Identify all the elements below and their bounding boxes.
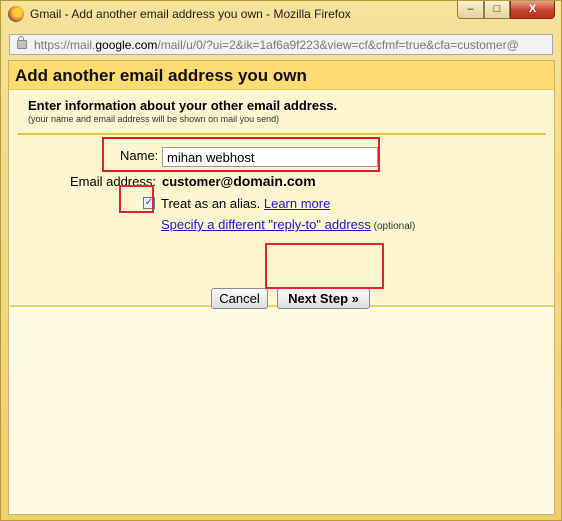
name-input[interactable] (162, 147, 378, 167)
intro-heading: Enter information about your other email… (28, 98, 338, 113)
email-label: Email address: (70, 174, 156, 189)
cancel-button[interactable]: Cancel (211, 288, 268, 309)
title-bar: Gmail - Add another email address you ow… (1, 1, 561, 27)
divider (18, 133, 546, 135)
checkmark-icon: ✓ (144, 197, 154, 208)
dialog-content: Add another email address you own Enter … (8, 60, 555, 515)
url-text[interactable]: https://mail.google.com/mail/u/0/?ui=2&i… (34, 38, 548, 52)
alias-label: Treat as an alias. (161, 196, 264, 211)
alias-row: Treat as an alias. Learn more (161, 196, 330, 211)
email-user: customer@ (162, 174, 234, 189)
next-step-button[interactable]: Next Step » (277, 288, 370, 309)
form-panel: Enter information about your other email… (10, 90, 554, 309)
url-path: /mail/u/0/?ui=2&ik=1af6a9f223&view=cf&cf… (157, 38, 519, 52)
address-bar[interactable]: https://mail.google.com/mail/u/0/?ui=2&i… (9, 34, 553, 55)
reply-to-row: Specify a different "reply-to" address (… (161, 217, 415, 232)
url-prefix: https://mail. (34, 38, 96, 52)
reply-to-link[interactable]: Specify a different "reply-to" address (161, 217, 371, 232)
maximize-button[interactable]: □ (484, 1, 510, 19)
alias-checkbox[interactable]: ✓ (143, 197, 155, 209)
email-domain: domain.com (233, 173, 316, 189)
minimize-button[interactable]: – (457, 1, 484, 19)
url-host: google.com (95, 38, 158, 52)
form-panel-inner: Enter information about your other email… (18, 90, 546, 309)
lock-icon (17, 36, 27, 49)
email-value: customer@domain.com (162, 173, 316, 189)
dialog-header: Add another email address you own (9, 61, 554, 90)
close-button[interactable]: X (510, 1, 555, 19)
dialog-title: Add another email address you own (15, 66, 307, 85)
browser-window: Gmail - Add another email address you ow… (0, 0, 562, 521)
optional-label: (optional) (370, 221, 416, 232)
learn-more-link[interactable]: Learn more (264, 196, 330, 211)
window-title: Gmail - Add another email address you ow… (30, 7, 351, 21)
intro-note: (your name and email address will be sho… (28, 114, 280, 124)
firefox-icon (8, 6, 24, 22)
name-label: Name: (120, 148, 159, 163)
